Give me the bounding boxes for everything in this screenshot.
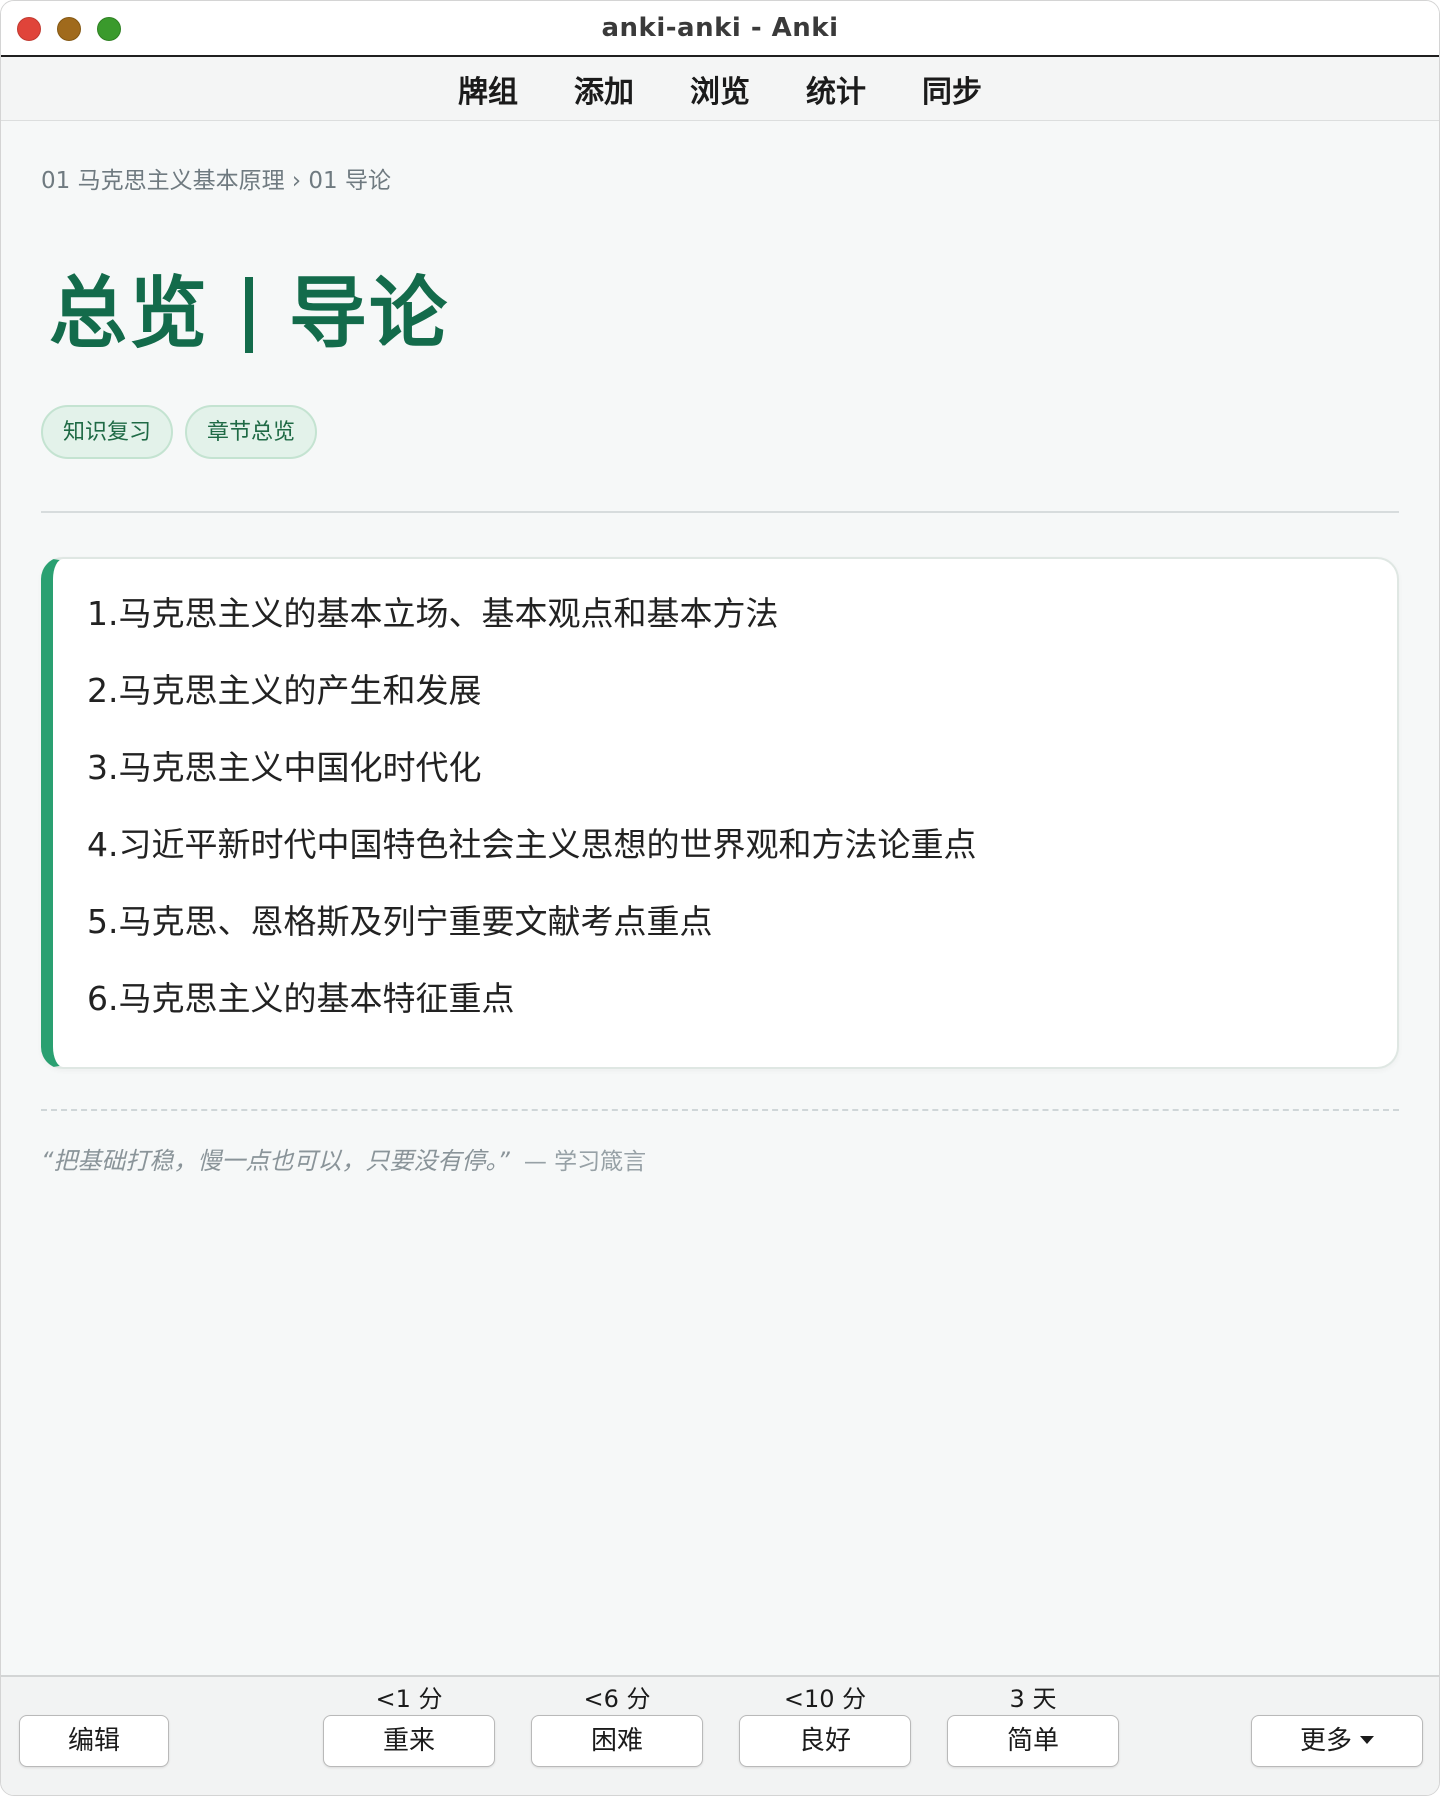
title-separator <box>245 276 254 353</box>
more-label: 更多 <box>1299 1726 1352 1756</box>
hard-button[interactable]: 困难 <box>531 1715 703 1767</box>
breadcrumb: 01 马克思主义基本原理 › 01 导论 <box>41 168 391 194</box>
tag-list: 知识复习 章节总览 <box>41 405 329 459</box>
page-title-left: 总览 <box>49 269 210 359</box>
chevron-down-icon <box>1360 1735 1374 1744</box>
title-bar: anki-anki - Anki <box>1 1 1439 57</box>
easy-button[interactable]: 简单 <box>947 1715 1119 1767</box>
quote-source: — 学习箴言 <box>523 1149 647 1175</box>
good-interval: <10 分 <box>783 1685 867 1713</box>
again-button[interactable]: 重来 <box>323 1715 495 1767</box>
easy-interval: 3 天 <box>1009 1685 1057 1713</box>
again-interval: <1 分 <box>375 1685 443 1713</box>
page-title-right: 导论 <box>289 269 450 359</box>
more-button[interactable]: 更多 <box>1251 1715 1423 1767</box>
top-navigation: 牌组 添加 浏览 统计 同步 <box>1 57 1439 121</box>
page-title: 总览 导论 <box>49 251 449 363</box>
nav-browse[interactable]: 浏览 <box>690 67 750 111</box>
outline-item: 5.马克思、恩格斯及列宁重要文献考点重点 <box>87 902 713 941</box>
outline-item: 6.马克思主义的基本特征重点 <box>87 979 515 1018</box>
quote-text: “把基础打稳，慢一点也可以，只要没有停。” <box>41 1147 510 1175</box>
edit-button[interactable]: 编辑 <box>19 1715 169 1767</box>
dashed-divider <box>41 1109 1399 1111</box>
outline-card: 1.马克思主义的基本立场、基本观点和基本方法 2.马克思主义的产生和发展 3.马… <box>41 557 1399 1069</box>
tag-chapter-overview: 章节总览 <box>185 405 318 459</box>
answer-bar: 编辑 <1 分 重来 <6 分 困难 <10 分 良好 3 天 简单 更多 <box>1 1675 1439 1795</box>
outline-item: 3.马克思主义中国化时代化 <box>87 748 482 787</box>
outline-item: 1.马克思主义的基本立场、基本观点和基本方法 <box>87 594 779 633</box>
outline-item: 4.习近平新时代中国特色社会主义思想的世界观和方法论重点 <box>87 825 977 864</box>
window-title: anki-anki - Anki <box>601 13 839 43</box>
tag-review: 知识复习 <box>41 405 174 459</box>
nav-decks[interactable]: 牌组 <box>458 67 518 111</box>
nav-stats[interactable]: 统计 <box>806 67 866 111</box>
nav-sync[interactable]: 同步 <box>922 67 982 111</box>
anki-window: anki-anki - Anki 牌组 添加 浏览 统计 同步 01 马克思主义… <box>0 0 1440 1796</box>
outline-item: 2.马克思主义的产生和发展 <box>87 671 482 710</box>
hard-interval: <6 分 <box>583 1685 651 1713</box>
nav-add[interactable]: 添加 <box>574 67 634 111</box>
quote: “把基础打稳，慢一点也可以，只要没有停。” — 学习箴言 <box>41 1141 646 1176</box>
divider <box>41 511 1399 513</box>
good-button[interactable]: 良好 <box>739 1715 911 1767</box>
